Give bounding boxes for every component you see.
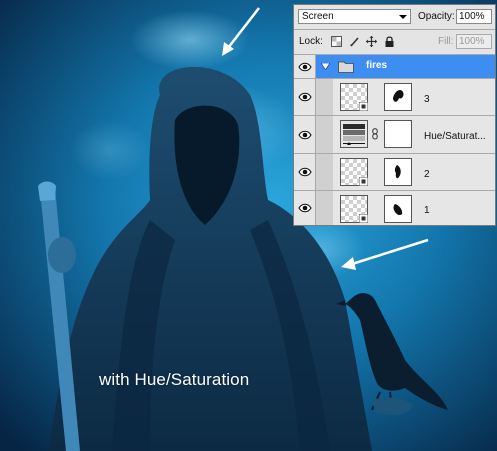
layer-thumbnail[interactable] xyxy=(340,158,368,186)
group-indent xyxy=(316,79,333,115)
layer-name: fires xyxy=(366,60,388,71)
visibility-toggle[interactable] xyxy=(294,79,316,115)
smart-object-icon xyxy=(359,177,368,186)
lock-label: Lock: xyxy=(299,36,323,47)
layer-mask-thumbnail[interactable] xyxy=(384,120,412,148)
lock-position-icon[interactable] xyxy=(366,36,377,47)
eye-icon xyxy=(298,203,312,213)
layer-thumbnail[interactable] xyxy=(340,83,368,111)
fill-field[interactable]: 100% xyxy=(456,34,492,49)
layer-name: 2 xyxy=(424,169,430,180)
layer-mask-thumbnail[interactable] xyxy=(384,83,412,111)
opacity-field[interactable]: 100% xyxy=(456,9,492,24)
folder-icon xyxy=(338,61,354,73)
layer-name: Hue/Saturat... xyxy=(424,131,486,142)
lock-transparency-icon[interactable] xyxy=(331,36,342,47)
eye-icon xyxy=(298,167,312,177)
eye-icon xyxy=(298,62,312,71)
visibility-toggle[interactable] xyxy=(294,55,316,78)
lock-bar: Lock: Fill: 100% xyxy=(294,30,495,55)
layer-mask-thumbnail[interactable] xyxy=(384,158,412,186)
lock-image-icon[interactable] xyxy=(349,36,360,47)
layer-name: 1 xyxy=(424,205,430,216)
layer-row-1[interactable]: 1 xyxy=(294,191,495,225)
group-indent xyxy=(316,191,333,225)
chevron-down-icon xyxy=(399,15,407,19)
blend-mode-dropdown[interactable]: Screen xyxy=(298,9,411,24)
layer-options-bar: Screen Opacity: 100% xyxy=(294,5,495,30)
blend-mode-value: Screen xyxy=(302,11,334,22)
eye-icon xyxy=(298,92,312,102)
visibility-toggle[interactable] xyxy=(294,116,316,153)
fill-label: Fill: xyxy=(438,36,454,47)
layer-row-3[interactable]: 3 xyxy=(294,79,495,116)
smart-object-icon xyxy=(359,102,368,111)
smart-object-icon xyxy=(359,214,368,223)
link-icon[interactable] xyxy=(372,128,378,140)
group-indent xyxy=(316,154,333,190)
layer-thumbnail[interactable] xyxy=(340,195,368,223)
layer-row-2[interactable]: 2 xyxy=(294,154,495,191)
layer-row-hue-saturation[interactable]: Hue/Saturat... xyxy=(294,116,495,154)
layers-panel: Screen Opacity: 100% Lock: Fill: 100% fi… xyxy=(293,4,496,226)
expand-triangle-icon[interactable] xyxy=(321,63,330,70)
layer-mask-thumbnail[interactable] xyxy=(384,195,412,223)
caption-text: with Hue/Saturation xyxy=(99,370,250,389)
visibility-toggle[interactable] xyxy=(294,154,316,190)
group-indent xyxy=(316,116,333,153)
layer-name: 3 xyxy=(424,94,430,105)
opacity-label: Opacity: xyxy=(418,11,455,22)
visibility-toggle[interactable] xyxy=(294,191,316,225)
lock-all-icon[interactable] xyxy=(384,36,395,47)
eye-icon xyxy=(298,130,312,139)
hue-saturation-adjustment-icon[interactable] xyxy=(340,120,368,148)
layer-row-fires[interactable]: fires xyxy=(294,55,495,79)
